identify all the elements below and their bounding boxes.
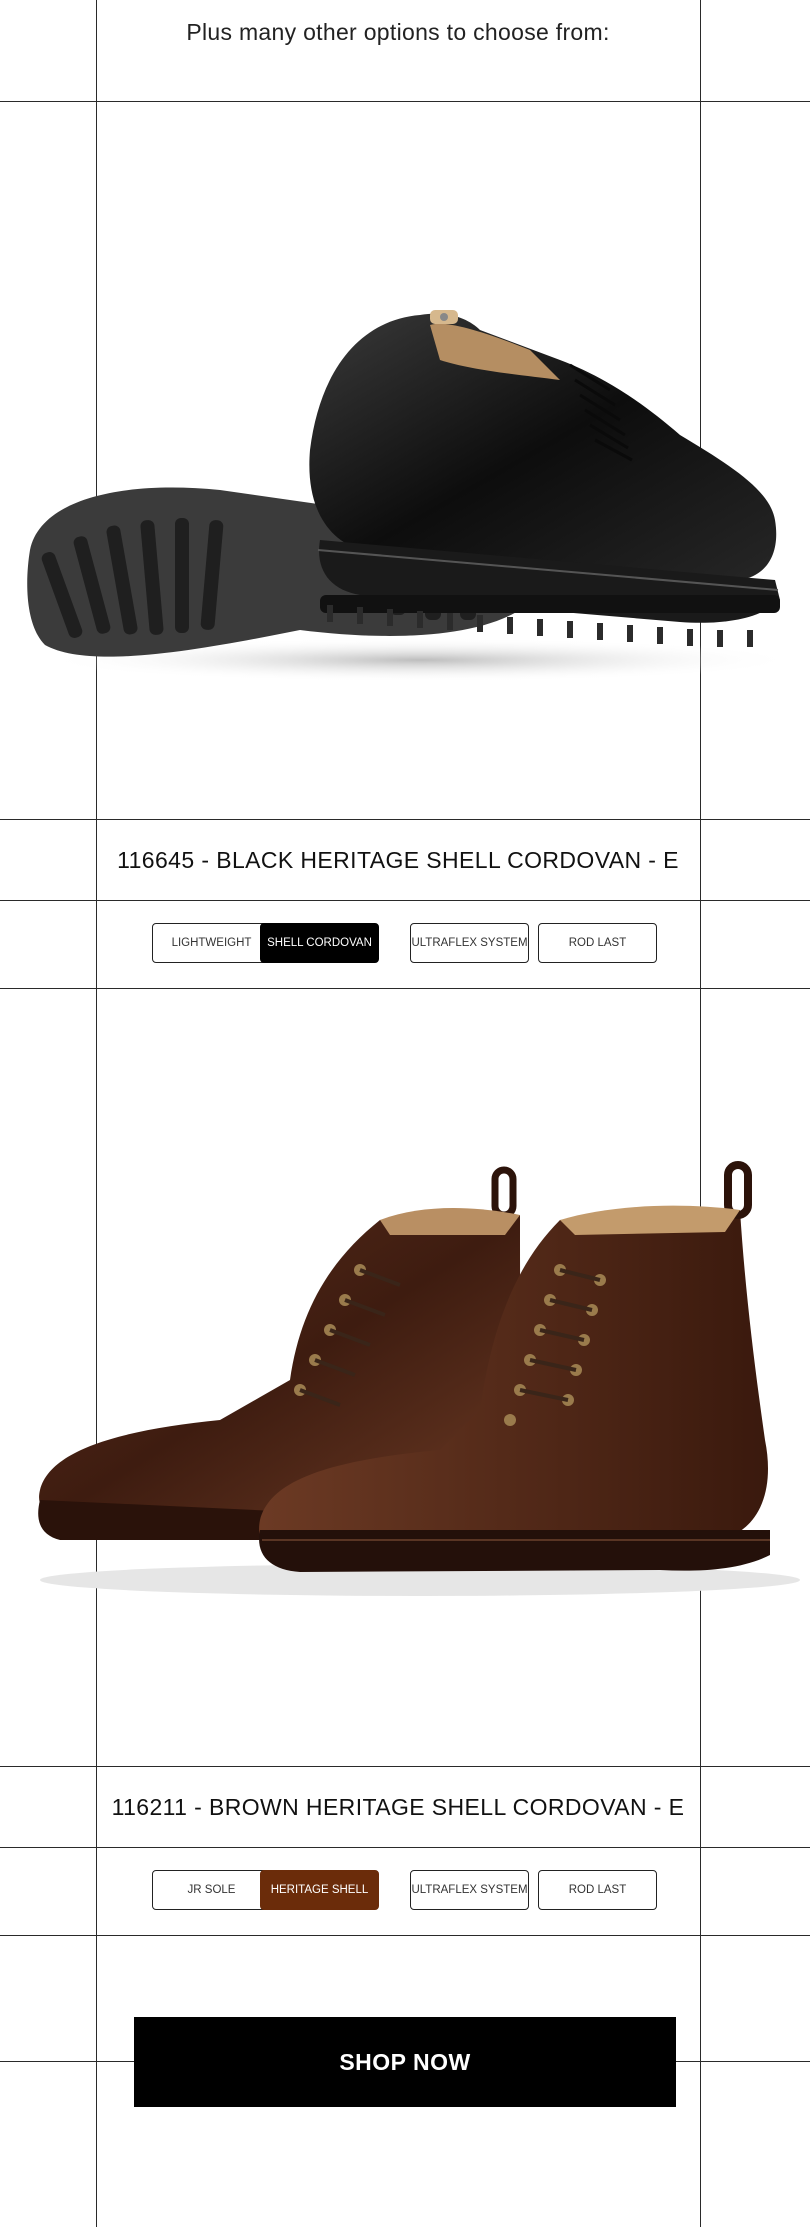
product-image-black-shoe[interactable] [0, 250, 810, 690]
brown-lace-up-boots-icon [38, 1161, 800, 1596]
tag-jr-sole[interactable]: JR SOLE [152, 1870, 271, 1910]
shop-now-button[interactable]: SHOP NOW [134, 2017, 676, 2107]
tag-rod-last[interactable]: ROD LAST [538, 1870, 657, 1910]
product-title[interactable]: 116645 - BLACK HERITAGE SHELL CORDOVAN -… [96, 820, 700, 900]
tag-rod-last[interactable]: ROD LAST [538, 923, 657, 963]
product-image-brown-boots[interactable] [0, 1160, 810, 1600]
black-derby-shoe-icon [27, 310, 800, 682]
feature-tags: JR SOLE HERITAGE SHELL ULTRAFLEX SYSTEM … [0, 1848, 810, 1936]
tag-lightweight[interactable]: LIGHTWEIGHT [152, 923, 271, 963]
product-title[interactable]: 116211 - BROWN HERITAGE SHELL CORDOVAN -… [96, 1767, 700, 1847]
grid-line [0, 101, 810, 102]
tag-ultraflex-system[interactable]: ULTRAFLEX SYSTEM [410, 923, 529, 963]
tag-heritage-shell[interactable]: HERITAGE SHELL [260, 1870, 379, 1910]
tag-shell-cordovan[interactable]: SHELL CORDOVAN [260, 923, 379, 963]
tag-ultraflex-system[interactable]: ULTRAFLEX SYSTEM [410, 1870, 529, 1910]
feature-tags: LIGHTWEIGHT SHELL CORDOVAN ULTRAFLEX SYS… [0, 901, 810, 989]
section-heading: Plus many other options to choose from: [186, 19, 610, 45]
